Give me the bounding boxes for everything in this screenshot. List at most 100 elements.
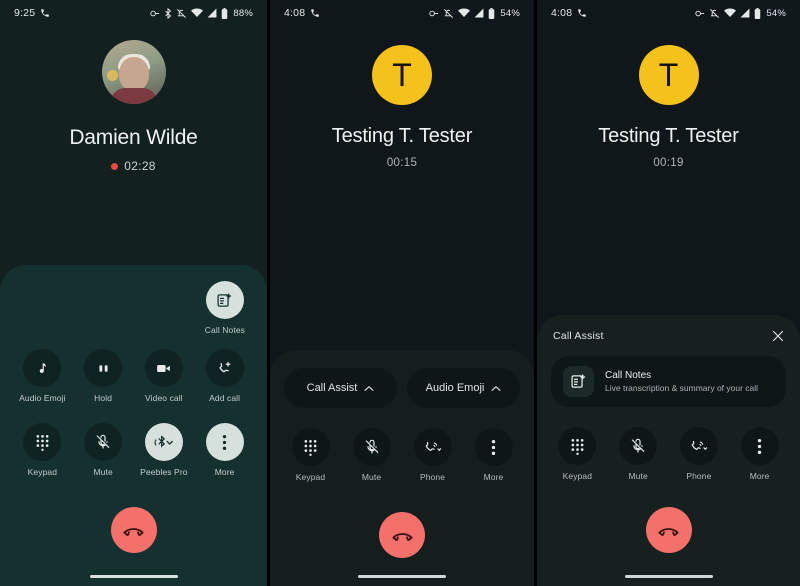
video-camera-icon[interactable] bbox=[144, 349, 183, 387]
control-label: Keypad bbox=[295, 472, 326, 482]
call-assist-title: Call Assist bbox=[553, 330, 604, 342]
control-mute[interactable]: Mute bbox=[608, 427, 669, 481]
end-call-row bbox=[270, 482, 534, 558]
control-label: Phone bbox=[419, 472, 446, 482]
call-notes-card-text: Call Notes Live transcription & summary … bbox=[605, 370, 758, 393]
control-label: More bbox=[749, 471, 770, 481]
pill-label: Audio Emoji bbox=[425, 382, 485, 394]
control-more[interactable]: More bbox=[194, 423, 255, 477]
more-vertical-icon[interactable] bbox=[205, 423, 244, 461]
control-label: More bbox=[483, 472, 504, 482]
call-screen-tester-assist-expanded: 4:08 54% T Testing T. Tester 00:19 Call … bbox=[537, 0, 800, 586]
caller-name: Testing T. Tester bbox=[598, 125, 739, 147]
avatar-initial: T bbox=[658, 56, 679, 93]
dialpad-icon[interactable] bbox=[558, 427, 597, 465]
end-call-button[interactable] bbox=[379, 512, 425, 558]
call-notes-card[interactable]: Call Notes Live transcription & summary … bbox=[551, 356, 786, 407]
control-keypad[interactable]: Keypad bbox=[280, 428, 341, 482]
controls-row-primary: Audio Emoji Hold Video call Add call bbox=[0, 335, 267, 403]
control-label: Call Notes bbox=[204, 325, 245, 335]
control-label: Mute bbox=[93, 467, 113, 477]
caller-info: T Testing T. Tester 00:15 bbox=[270, 0, 534, 169]
recording-indicator-dot bbox=[111, 162, 119, 170]
control-label: Video call bbox=[145, 393, 183, 403]
phone-audio-dropdown-icon[interactable] bbox=[413, 428, 452, 466]
control-keypad[interactable]: Keypad bbox=[12, 423, 73, 477]
call-assist-sheet: Call Assist Call Notes Live transcriptio… bbox=[537, 315, 800, 586]
call-duration: 02:28 bbox=[124, 159, 156, 173]
chevron-up-icon[interactable] bbox=[491, 385, 501, 392]
avatar bbox=[101, 40, 166, 104]
control-phone-audio[interactable]: Phone bbox=[402, 428, 463, 482]
close-icon[interactable] bbox=[772, 330, 784, 342]
call-duration: 00:15 bbox=[386, 157, 418, 169]
end-call-row bbox=[0, 477, 267, 553]
control-mute[interactable]: Mute bbox=[73, 423, 134, 477]
end-call-button[interactable] bbox=[110, 507, 157, 553]
end-call-row bbox=[537, 481, 800, 553]
call-screen-tester-collapsed: 4:08 54% T Testing T. Tester 00:15 Call … bbox=[270, 0, 534, 586]
control-label: Hold bbox=[94, 393, 113, 403]
more-vertical-icon[interactable] bbox=[740, 427, 779, 465]
caller-info: Damien Wilde 02:28 bbox=[0, 0, 267, 173]
home-handle[interactable] bbox=[624, 574, 713, 578]
mic-off-icon[interactable] bbox=[352, 428, 391, 466]
screenshot-strip: 9:25 88% Damien Wilde 02:28 Call Notes A… bbox=[0, 0, 800, 586]
call-timer-row: 00:15 bbox=[270, 157, 534, 169]
controls-row-secondary: Keypad Mute bbox=[537, 407, 800, 481]
dialpad-icon[interactable] bbox=[291, 428, 330, 466]
call-notes-icon[interactable] bbox=[205, 281, 244, 319]
controls-row-secondary: Keypad Mute bbox=[270, 408, 534, 482]
control-bluetooth-device[interactable]: Peebles Pro bbox=[134, 423, 195, 477]
call-duration: 00:19 bbox=[653, 157, 684, 169]
control-label: More bbox=[214, 467, 235, 477]
phone-audio-dropdown-icon[interactable] bbox=[679, 427, 718, 465]
caller-name: Damien Wilde bbox=[69, 126, 198, 149]
pill-label: Call Assist bbox=[306, 382, 358, 394]
control-label: Keypad bbox=[562, 471, 593, 481]
control-label: Peebles Pro bbox=[140, 467, 188, 477]
call-timer-row: 00:19 bbox=[537, 157, 800, 169]
control-call-notes[interactable]: Call Notes bbox=[205, 281, 245, 335]
call-notes-card-title: Call Notes bbox=[605, 370, 652, 381]
end-call-button[interactable] bbox=[645, 507, 692, 553]
control-more[interactable]: More bbox=[729, 427, 790, 481]
control-label: Keypad bbox=[27, 467, 58, 477]
pill-audio-emoji[interactable]: Audio Emoji bbox=[407, 368, 520, 408]
call-notes-icon bbox=[563, 366, 594, 397]
dialpad-icon[interactable] bbox=[23, 423, 62, 461]
control-label: Mute bbox=[361, 472, 382, 482]
avatar-bg-blob bbox=[106, 70, 118, 81]
control-keypad[interactable]: Keypad bbox=[547, 427, 608, 481]
controls-row-secondary: Keypad Mute bbox=[0, 403, 267, 477]
music-note-icon[interactable] bbox=[23, 349, 62, 387]
control-label: Mute bbox=[628, 471, 648, 481]
bluetooth-audio-icon[interactable] bbox=[144, 423, 183, 461]
gesture-navigation-bar[interactable] bbox=[0, 574, 267, 578]
call-screen-damien: 9:25 88% Damien Wilde 02:28 Call Notes A… bbox=[0, 0, 267, 586]
mic-off-icon[interactable] bbox=[619, 427, 658, 465]
control-mute[interactable]: Mute bbox=[341, 428, 402, 482]
home-handle[interactable] bbox=[358, 574, 446, 578]
end-call-icon bbox=[658, 527, 679, 536]
gesture-navigation-bar[interactable] bbox=[537, 574, 800, 578]
control-label: Audio Emoji bbox=[19, 393, 66, 403]
control-video-call[interactable]: Video call bbox=[134, 349, 195, 403]
control-add-call[interactable]: Add call bbox=[194, 349, 255, 403]
control-hold[interactable]: Hold bbox=[73, 349, 134, 403]
control-audio-emoji[interactable]: Audio Emoji bbox=[12, 349, 73, 403]
caller-info: T Testing T. Tester 00:19 bbox=[537, 0, 800, 169]
control-phone-audio[interactable]: Phone bbox=[669, 427, 730, 481]
call-notes-card-subtitle: Live transcription & summary of your cal… bbox=[605, 383, 759, 393]
more-vertical-icon[interactable] bbox=[474, 428, 513, 466]
add-call-icon[interactable] bbox=[205, 349, 244, 387]
mic-off-icon[interactable] bbox=[84, 423, 123, 461]
home-handle[interactable] bbox=[89, 574, 178, 578]
chevron-up-icon[interactable] bbox=[364, 385, 374, 392]
call-timer-row: 02:28 bbox=[0, 159, 267, 173]
pause-icon[interactable] bbox=[84, 349, 123, 387]
pill-call-assist[interactable]: Call Assist bbox=[284, 368, 397, 408]
control-more[interactable]: More bbox=[463, 428, 524, 482]
gesture-navigation-bar[interactable] bbox=[270, 574, 534, 578]
caller-name: Testing T. Tester bbox=[331, 125, 473, 147]
